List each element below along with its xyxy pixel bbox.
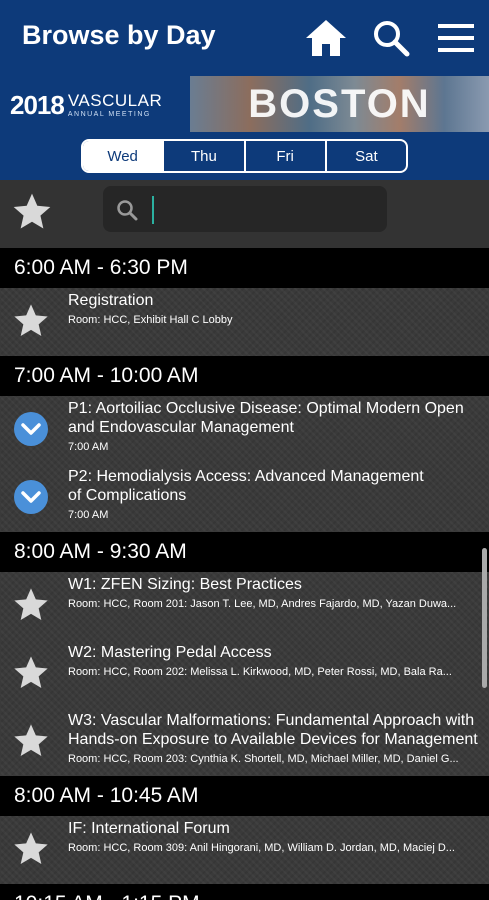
- session-title: IF: International Forum: [68, 819, 230, 838]
- session-detail: Room: HCC, Room 202: Melissa L. Kirkwood…: [68, 666, 452, 678]
- session-row[interactable]: Registration Room: HCC, Exhibit Hall C Lo…: [0, 288, 489, 356]
- favorites-filter-star-icon[interactable]: [10, 190, 54, 234]
- session-detail: Room: HCC, Room 309: Anil Hingorani, MD,…: [68, 842, 455, 854]
- session-title: P2: Hemodialysis Access: Advanced Manage…: [68, 467, 424, 505]
- filter-bar: [0, 180, 489, 248]
- session-title-line: P1: Aortoiliac Occlusive Disease: Optima…: [68, 400, 464, 417]
- session-title-line: W3: Vascular Malformations: Fundamental …: [68, 712, 475, 729]
- session-row[interactable]: W1: ZFEN Sizing: Best Practices Room: HCC…: [0, 572, 489, 640]
- banner-year: 2018: [10, 89, 65, 120]
- time-range-label: 8:00 AM - 9:30 AM: [14, 540, 187, 563]
- favorite-star-icon[interactable]: [10, 584, 52, 626]
- time-range-label: 7:00 AM - 10:00 AM: [14, 364, 199, 387]
- city-photo-strip: BOSTON: [190, 76, 489, 132]
- favorite-star-icon[interactable]: [10, 828, 52, 870]
- session-title: W2: Mastering Pedal Access: [68, 643, 272, 662]
- session-title: Registration: [68, 291, 153, 310]
- favorite-star-icon[interactable]: [10, 652, 52, 694]
- time-range-label: 10:15 AM - 1:15 PM: [14, 892, 200, 900]
- session-title: W3: Vascular Malformations: Fundamental …: [68, 711, 478, 749]
- scrollbar[interactable]: [482, 548, 487, 688]
- banner-name: VASCULAR: [67, 91, 163, 110]
- session-title: P1: Aortoiliac Occlusive Disease: Optima…: [68, 399, 464, 437]
- time-section-header: 8:00 AM - 9:30 AM: [0, 532, 489, 572]
- session-row[interactable]: IF: International Forum Room: HCC, Room 3…: [0, 816, 489, 884]
- favorite-star-icon[interactable]: [10, 720, 52, 762]
- banner-city: BOSTON: [248, 81, 431, 126]
- time-section-header: 10:15 AM - 1:15 PM: [0, 884, 489, 900]
- session-detail: Room: HCC, Exhibit Hall C Lobby: [68, 314, 233, 326]
- session-title-line: of Complications: [68, 487, 187, 504]
- day-tab-sat[interactable]: Sat: [327, 141, 406, 171]
- session-row[interactable]: W3: Vascular Malformations: Fundamental …: [0, 708, 489, 776]
- session-row[interactable]: P2: Hemodialysis Access: Advanced Manage…: [0, 464, 489, 532]
- time-section-header: 7:00 AM - 10:00 AM: [0, 356, 489, 396]
- time-range-label: 8:00 AM - 10:45 AM: [14, 784, 199, 807]
- session-row[interactable]: W2: Mastering Pedal Access Room: HCC, Roo…: [0, 640, 489, 708]
- session-title-line: Registration: [68, 292, 154, 309]
- page-title: Browse by Day: [22, 20, 216, 50]
- banner-subtitle: ANNUAL MEETING: [67, 111, 151, 118]
- session-detail: Room: HCC, Room 201: Jason T. Lee, MD, A…: [68, 598, 457, 610]
- search-icon[interactable]: [367, 14, 415, 62]
- search-input[interactable]: [103, 186, 387, 232]
- session-title-line: IF: International Forum: [68, 820, 230, 837]
- conference-logo: 2018 VASCULAR ANNUAL MEETING: [10, 88, 162, 122]
- session-title-line: W1: ZFEN Sizing: Best Practices: [68, 576, 302, 593]
- conference-banner: 2018 VASCULAR ANNUAL MEETING BOSTON: [0, 76, 489, 132]
- text-cursor: [152, 196, 154, 224]
- day-tab-wed[interactable]: Wed: [83, 141, 165, 171]
- search-field-icon: [115, 198, 139, 222]
- session-title: W1: ZFEN Sizing: Best Practices: [68, 575, 302, 594]
- expand-chevron-down-icon[interactable]: [10, 476, 52, 518]
- session-title-line: W2: Mastering Pedal Access: [68, 644, 272, 661]
- expand-chevron-down-icon[interactable]: [10, 408, 52, 450]
- app-header: Browse by Day: [0, 0, 489, 76]
- session-list[interactable]: 6:00 AM - 6:30 PM Registration Room: HCC, …: [0, 248, 489, 900]
- time-section-header: 6:00 AM - 6:30 PM: [0, 248, 489, 288]
- day-tab-thu[interactable]: Thu: [164, 141, 246, 171]
- session-title-line: and Endovascular Management: [68, 419, 294, 436]
- day-tab-fri[interactable]: Fri: [246, 141, 327, 171]
- time-section-header: 8:00 AM - 10:45 AM: [0, 776, 489, 816]
- session-title-line: P2: Hemodialysis Access: Advanced Manage…: [68, 468, 424, 485]
- home-icon[interactable]: [302, 14, 350, 62]
- session-detail: Room: HCC, Room 203: Cynthia K. Shortell…: [68, 753, 459, 765]
- session-title-line: Hands-on Exposure to Available Devices f…: [68, 731, 478, 748]
- menu-icon[interactable]: [432, 14, 480, 62]
- day-segmented-control: Wed Thu Fri Sat: [81, 139, 408, 173]
- session-row[interactable]: P1: Aortoiliac Occlusive Disease: Optima…: [0, 396, 489, 464]
- time-range-label: 6:00 AM - 6:30 PM: [14, 256, 188, 279]
- favorite-star-icon[interactable]: [10, 300, 52, 342]
- session-detail: 7:00 AM: [68, 441, 109, 453]
- day-selector-bar: Wed Thu Fri Sat: [0, 132, 489, 180]
- session-detail: 7:00 AM: [68, 509, 109, 521]
